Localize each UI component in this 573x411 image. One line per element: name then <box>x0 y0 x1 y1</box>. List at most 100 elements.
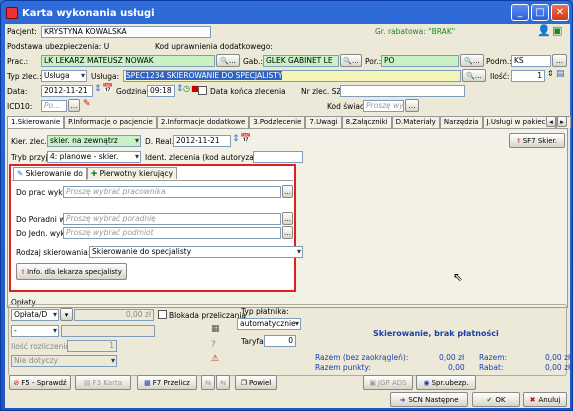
lock-recalc-checkbox[interactable] <box>158 310 167 319</box>
check-insurance-button[interactable]: ◉ Spr.ubezp. <box>416 375 476 390</box>
fee-amount-field[interactable]: 0,00 zł <box>74 309 154 321</box>
tab-tools[interactable]: Narzędzia <box>439 116 483 128</box>
cross-icon: ✖ <box>529 395 536 404</box>
referral-kind-select[interactable]: Skierowanie do specjalisty <box>89 246 303 258</box>
target-staff-label: Do prac wyk.: <box>16 188 68 197</box>
ok-button[interactable]: ✔ OK <box>472 392 520 407</box>
time-field[interactable]: 09:18 <box>147 85 175 97</box>
alert-icon[interactable]: ⚠ <box>211 354 219 364</box>
tab-additional-info[interactable]: 2.Informacje dodatkowe <box>156 116 250 128</box>
card-list-icon: ▤ <box>84 378 91 387</box>
staff-field[interactable]: LK LEKARZ MATEUSZ NOWAK <box>41 55 215 67</box>
clock-icon[interactable]: ◷ <box>183 84 190 93</box>
jgp-ads-button[interactable]: ▣ JGP ADS <box>363 375 413 390</box>
copy-left-button[interactable]: ⇆ <box>201 375 215 390</box>
realization-date-label: D. Real.: <box>145 137 177 146</box>
tab-notes[interactable]: 7.Uwagi <box>305 116 342 128</box>
service-code-more-button[interactable]: … <box>405 99 419 112</box>
office-search-button[interactable]: 🔍… <box>340 54 362 67</box>
f3-card-button[interactable]: ▤ F3 Karta <box>75 375 131 390</box>
target-clinic-field[interactable]: Proszę wybrać poradnię <box>63 213 281 225</box>
scn-next-button[interactable]: ➜ SCN Następne <box>390 392 468 407</box>
total-label: Razem: <box>479 353 508 362</box>
service-search-button[interactable]: 🔍… <box>462 69 486 82</box>
referral-section: ✎ Skierowanie do ✚ Pierwotny kierujący D… <box>9 164 303 292</box>
tab-patient-info[interactable]: P.Informacje o pacjencie <box>64 116 157 128</box>
service-code-field[interactable]: Proszę wyb <box>363 100 404 112</box>
icd-more-button[interactable]: … <box>68 99 80 112</box>
tariff-field[interactable]: 0 <box>264 335 296 347</box>
office-field[interactable]: GLEK GABINET LE <box>263 55 339 67</box>
table-icon[interactable]: ▤ <box>556 69 565 79</box>
target-unit-label: Do Jedn. wyk.: <box>16 229 70 238</box>
target-unit-field[interactable]: Proszę wybrać podmiot <box>63 227 281 239</box>
tabs-scroll-right[interactable]: ▸ <box>557 116 567 127</box>
time-label: Godzina: <box>116 87 150 96</box>
referral-icon: ⚕ <box>516 136 521 145</box>
eraser-icon[interactable]: ✎ <box>83 99 91 109</box>
patient-field[interactable]: KRYSTYNA KOWALSKA <box>41 26 211 38</box>
stepper-arrows-icon[interactable]: ⇕ <box>547 69 554 78</box>
fee-type-select[interactable]: Opłata/D <box>11 309 59 321</box>
billing-qty-field[interactable]: 1 <box>67 340 117 352</box>
user-icon[interactable]: 👤 <box>537 24 551 37</box>
tab-package-services[interactable]: J.Usługi w pakiecie <box>482 116 556 128</box>
minimize-button[interactable]: _ <box>511 4 529 21</box>
entity-label: Podm.: <box>486 57 512 66</box>
secondary-field[interactable] <box>61 325 155 337</box>
entity-more-button[interactable]: … <box>552 54 567 67</box>
date-field[interactable]: 2012-11-21 <box>41 85 93 97</box>
copy-right-button[interactable]: ⇆ <box>216 375 230 390</box>
duplicate-button[interactable]: ❐ Powiel <box>235 375 277 390</box>
referral-subtabs: ✎ Skierowanie do ✚ Pierwotny kierujący <box>13 167 178 180</box>
order-id-field[interactable] <box>253 151 303 163</box>
realization-date-field[interactable]: 2012-11-21 <box>173 135 231 147</box>
tabs-scroll-left[interactable]: ◂ <box>546 116 556 127</box>
subtab-divider <box>12 180 293 181</box>
tab-suborder[interactable]: 3.Podzlecenie <box>249 116 306 128</box>
quantity-stepper[interactable]: 1 <box>511 70 545 82</box>
fee-type-dropdown[interactable]: ▾ <box>60 308 73 321</box>
realization-calendar-icon[interactable]: 📅 <box>240 134 251 144</box>
not-applicable-select[interactable]: Nie dotyczy <box>11 355 117 367</box>
target-staff-field[interactable]: Proszę wybrać pracownika <box>63 186 281 198</box>
realization-spinner-icon[interactable]: ⇕ <box>232 134 240 144</box>
total-points-label: Razem punkty: <box>315 363 371 372</box>
calendar-icon[interactable]: 📅 <box>102 84 113 94</box>
admission-mode-select[interactable]: 4: planowe - skier. <box>47 151 141 163</box>
help-icon[interactable]: ? <box>211 340 216 350</box>
payer-type-select[interactable]: automatycznie <box>237 318 301 330</box>
tariff-label: Taryfa: <box>241 337 267 346</box>
end-date-checkbox[interactable] <box>198 86 207 95</box>
staff-search-button[interactable]: 🔍… <box>216 54 240 67</box>
f7-recalc-button[interactable]: ▦ F7 Przelicz <box>137 375 197 390</box>
referral-type-select[interactable]: skier. na zewnątrz <box>47 135 141 147</box>
insurance-basis: Podstawa ubezpieczenia: U <box>7 42 110 51</box>
tab-materials[interactable]: D.Materiały <box>391 116 440 128</box>
maximize-button[interactable]: □ <box>531 4 549 21</box>
doctor-icon: ⚕ <box>21 267 25 276</box>
secondary-select[interactable]: - <box>11 325 59 337</box>
entity-field[interactable]: KS <box>511 55 551 67</box>
clinic-field[interactable]: PO <box>381 55 459 67</box>
clinic-search-button[interactable]: 🔍… <box>460 54 484 67</box>
close-button[interactable]: ✕ <box>551 4 569 21</box>
order-number-field[interactable] <box>340 85 465 97</box>
service-field[interactable]: SPEC1234 SKIEROWANIE DO SPECJALISTY <box>123 70 461 82</box>
target-staff-more-button[interactable]: … <box>282 185 293 198</box>
calculator-icon: ▦ <box>144 378 151 387</box>
card-icon[interactable]: ▣ <box>552 24 562 37</box>
cancel-button[interactable]: ✖ Anuluj <box>523 392 567 407</box>
sf7-referral-button[interactable]: ⚕ SF7 Skier. <box>509 133 565 148</box>
f5-check-button[interactable]: ⊘ F5 - Sprawdź <box>9 375 71 390</box>
icd-field[interactable]: Po... <box>41 100 67 112</box>
specialist-info-button[interactable]: ⚕ Info. dla lekarza specjalisty <box>16 263 127 280</box>
list-icon[interactable]: ▦ <box>211 324 220 334</box>
target-clinic-more-button[interactable]: … <box>282 212 293 225</box>
subtab-original-referrer[interactable]: ✚ Pierwotny kierujący <box>86 167 178 179</box>
date-spinner-icon[interactable]: ⇕ <box>94 84 102 94</box>
target-unit-more-button[interactable]: … <box>282 226 293 239</box>
tab-attachments[interactable]: 8.Załączniki <box>341 116 392 128</box>
subtab-referral-to[interactable]: ✎ Skierowanie do <box>13 167 87 180</box>
order-type-select[interactable]: Usługa <box>41 70 87 82</box>
